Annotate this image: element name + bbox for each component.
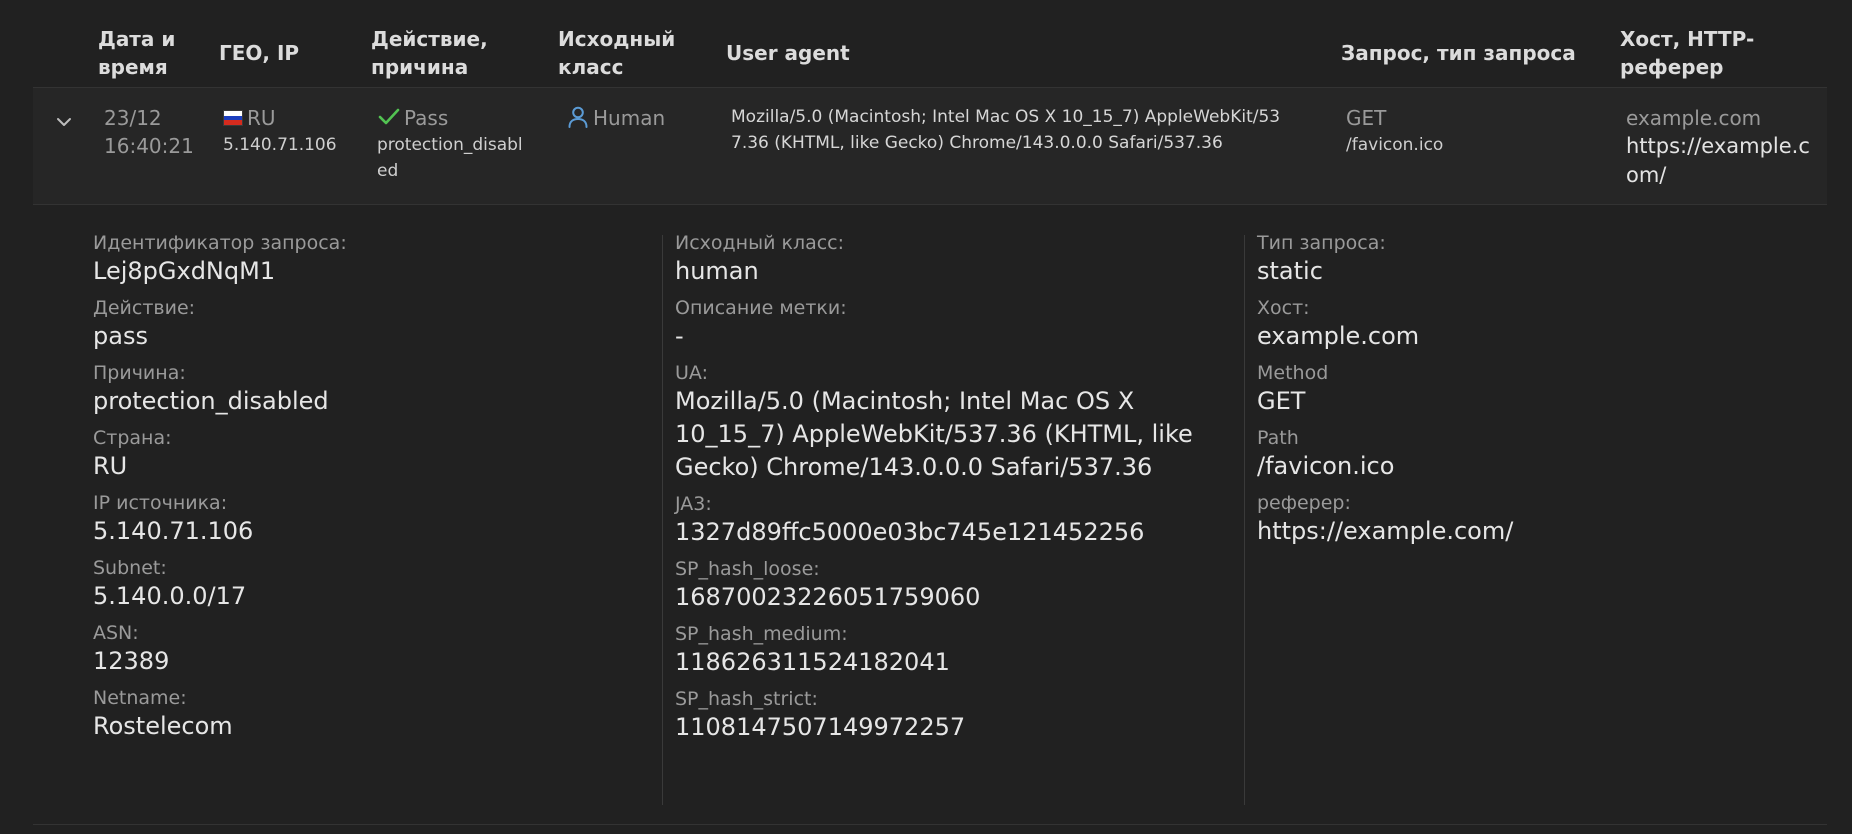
request-id-label: Идентификатор запроса: bbox=[93, 232, 347, 254]
action-label: Действие: bbox=[93, 297, 196, 319]
request-id-value: Lej8pGxdNqM1 bbox=[93, 257, 276, 285]
netname-value: Rostelecom bbox=[93, 712, 233, 740]
original-class-value: human bbox=[675, 257, 759, 285]
hash-strict-label: SP_hash_strict: bbox=[675, 688, 818, 710]
row-user-agent: Mozilla/5.0 (Macintosh; Intel Mac OS X 1… bbox=[731, 104, 1331, 156]
details-column-http: Тип запроса: static Хост: example.com Me… bbox=[1257, 231, 1513, 548]
hash-medium-value: 118626311524182041 bbox=[675, 648, 950, 676]
host-label: Хост: bbox=[1257, 297, 1310, 319]
details-column-client: Исходный класс: human Описание метки: - … bbox=[675, 231, 1193, 744]
tag-description-label: Описание метки: bbox=[675, 297, 847, 319]
column-header-datetime-line1: Дата и bbox=[98, 27, 176, 51]
row-request: GET /favicon.ico bbox=[1346, 104, 1443, 158]
check-icon bbox=[378, 108, 400, 125]
column-header-datetime[interactable]: Дата и время bbox=[98, 25, 175, 81]
row-path: /favicon.ico bbox=[1346, 135, 1444, 155]
referer-label: реферер: bbox=[1257, 492, 1351, 514]
row-class-label: Human bbox=[593, 106, 666, 130]
row-date: 23/12 bbox=[104, 106, 162, 130]
ua-value-line3: Gecko) Chrome/143.0.0.0 Safari/537.36 bbox=[675, 453, 1153, 481]
column-header-action[interactable]: Действие, причина bbox=[371, 25, 488, 81]
source-ip-value: 5.140.71.106 bbox=[93, 517, 254, 545]
host-value: example.com bbox=[1257, 322, 1420, 350]
hash-loose-value: 16870023226051759060 bbox=[675, 583, 981, 611]
row-action: Pass protection_disabl ed bbox=[377, 104, 523, 184]
column-header-action-line2: причина bbox=[371, 55, 469, 79]
row-host: example.com https://example.c om/ bbox=[1626, 104, 1810, 190]
row-details-panel: Идентификатор запроса: Lej8pGxdNqM1 Дейс… bbox=[33, 205, 1827, 825]
row-ua-line1: Mozilla/5.0 (Macintosh; Intel Mac OS X 1… bbox=[731, 107, 1281, 127]
request-type-label: Тип запроса: bbox=[1257, 232, 1386, 254]
asn-value: 12389 bbox=[93, 647, 170, 675]
subnet-value: 5.140.0.0/17 bbox=[93, 582, 247, 610]
row-ua-line2: 7.36 (KHTML, like Gecko) Chrome/143.0.0.… bbox=[731, 133, 1223, 153]
action-value: pass bbox=[93, 322, 148, 350]
column-header-original-class-line1: Исходный bbox=[558, 27, 676, 51]
row-referer-line1: https://example.c bbox=[1626, 134, 1810, 158]
request-log-table: Дата и время ГЕО, IP Действие, причина И… bbox=[33, 0, 1827, 825]
table-row[interactable]: 23/12 16:40:21 RU 5.140.71.106 Pass prot… bbox=[33, 88, 1827, 205]
details-column-request: Идентификатор запроса: Lej8pGxdNqM1 Дейс… bbox=[93, 231, 347, 743]
column-header-host-line1: Хост, HTTP- bbox=[1620, 27, 1755, 51]
row-time: 16:40:21 bbox=[104, 134, 194, 158]
column-divider bbox=[1244, 235, 1245, 805]
ua-label: UA: bbox=[675, 362, 708, 384]
subnet-label: Subnet: bbox=[93, 557, 167, 579]
country-value: RU bbox=[93, 452, 128, 480]
hash-medium-label: SP_hash_medium: bbox=[675, 623, 848, 645]
hash-strict-value: 1108147507149972257 bbox=[675, 713, 966, 741]
ja3-label: JA3: bbox=[675, 493, 712, 515]
row-host-value: example.com bbox=[1626, 106, 1762, 130]
country-label: Страна: bbox=[93, 427, 172, 449]
referer-value: https://example.com/ bbox=[1257, 517, 1514, 545]
column-header-original-class-line2: класс bbox=[558, 55, 624, 79]
asn-label: ASN: bbox=[93, 622, 139, 644]
row-ip: 5.140.71.106 bbox=[223, 135, 337, 155]
column-header-original-class[interactable]: Исходный класс bbox=[558, 25, 675, 81]
ja3-value: 1327d89ffc5000e03bc745e121452256 bbox=[675, 518, 1145, 546]
source-ip-label: IP источника: bbox=[93, 492, 228, 514]
ua-value-line1: Mozilla/5.0 (Macintosh; Intel Mac OS X bbox=[675, 387, 1135, 415]
tag-description-value: - bbox=[675, 322, 684, 350]
column-header-host-line2: реферер bbox=[1620, 55, 1724, 79]
row-action-status: Pass bbox=[377, 104, 523, 132]
row-method: GET bbox=[1346, 106, 1387, 130]
reason-label: Причина: bbox=[93, 362, 186, 384]
column-header-geo-ip[interactable]: ГЕО, IP bbox=[219, 39, 299, 67]
row-reason-line2: ed bbox=[377, 161, 399, 181]
chevron-down-icon[interactable] bbox=[54, 115, 74, 129]
russia-flag-icon bbox=[223, 110, 243, 126]
column-divider bbox=[662, 235, 663, 805]
table-header: Дата и время ГЕО, IP Действие, причина И… bbox=[33, 0, 1827, 88]
ua-value-line2: 10_15_7) AppleWebKit/537.36 (KHTML, like bbox=[675, 420, 1193, 448]
column-header-user-agent[interactable]: User agent bbox=[726, 39, 850, 67]
column-header-host[interactable]: Хост, HTTP- реферер bbox=[1620, 25, 1754, 81]
row-referer-line2: om/ bbox=[1626, 163, 1667, 187]
request-type-value: static bbox=[1257, 257, 1323, 285]
row-country: RU bbox=[223, 104, 337, 132]
row-datetime: 23/12 16:40:21 bbox=[104, 104, 194, 160]
row-geo-ip: RU 5.140.71.106 bbox=[223, 104, 337, 158]
method-value: GET bbox=[1257, 387, 1306, 415]
original-class-label: Исходный класс: bbox=[675, 232, 845, 254]
row-country-code: RU bbox=[247, 106, 276, 130]
path-label: Path bbox=[1257, 427, 1299, 449]
method-label: Method bbox=[1257, 362, 1329, 384]
column-header-action-line1: Действие, bbox=[371, 27, 488, 51]
row-class: Human bbox=[566, 104, 665, 132]
column-header-request[interactable]: Запрос, тип запроса bbox=[1341, 39, 1576, 67]
netname-label: Netname: bbox=[93, 687, 187, 709]
reason-value: protection_disabled bbox=[93, 387, 329, 415]
row-reason-line1: protection_disabl bbox=[377, 135, 523, 155]
column-header-datetime-line2: время bbox=[98, 55, 168, 79]
row-class-value: Human bbox=[566, 104, 665, 132]
path-value: /favicon.ico bbox=[1257, 452, 1395, 480]
row-action-label: Pass bbox=[404, 106, 449, 130]
user-icon bbox=[568, 106, 588, 128]
hash-loose-label: SP_hash_loose: bbox=[675, 558, 820, 580]
